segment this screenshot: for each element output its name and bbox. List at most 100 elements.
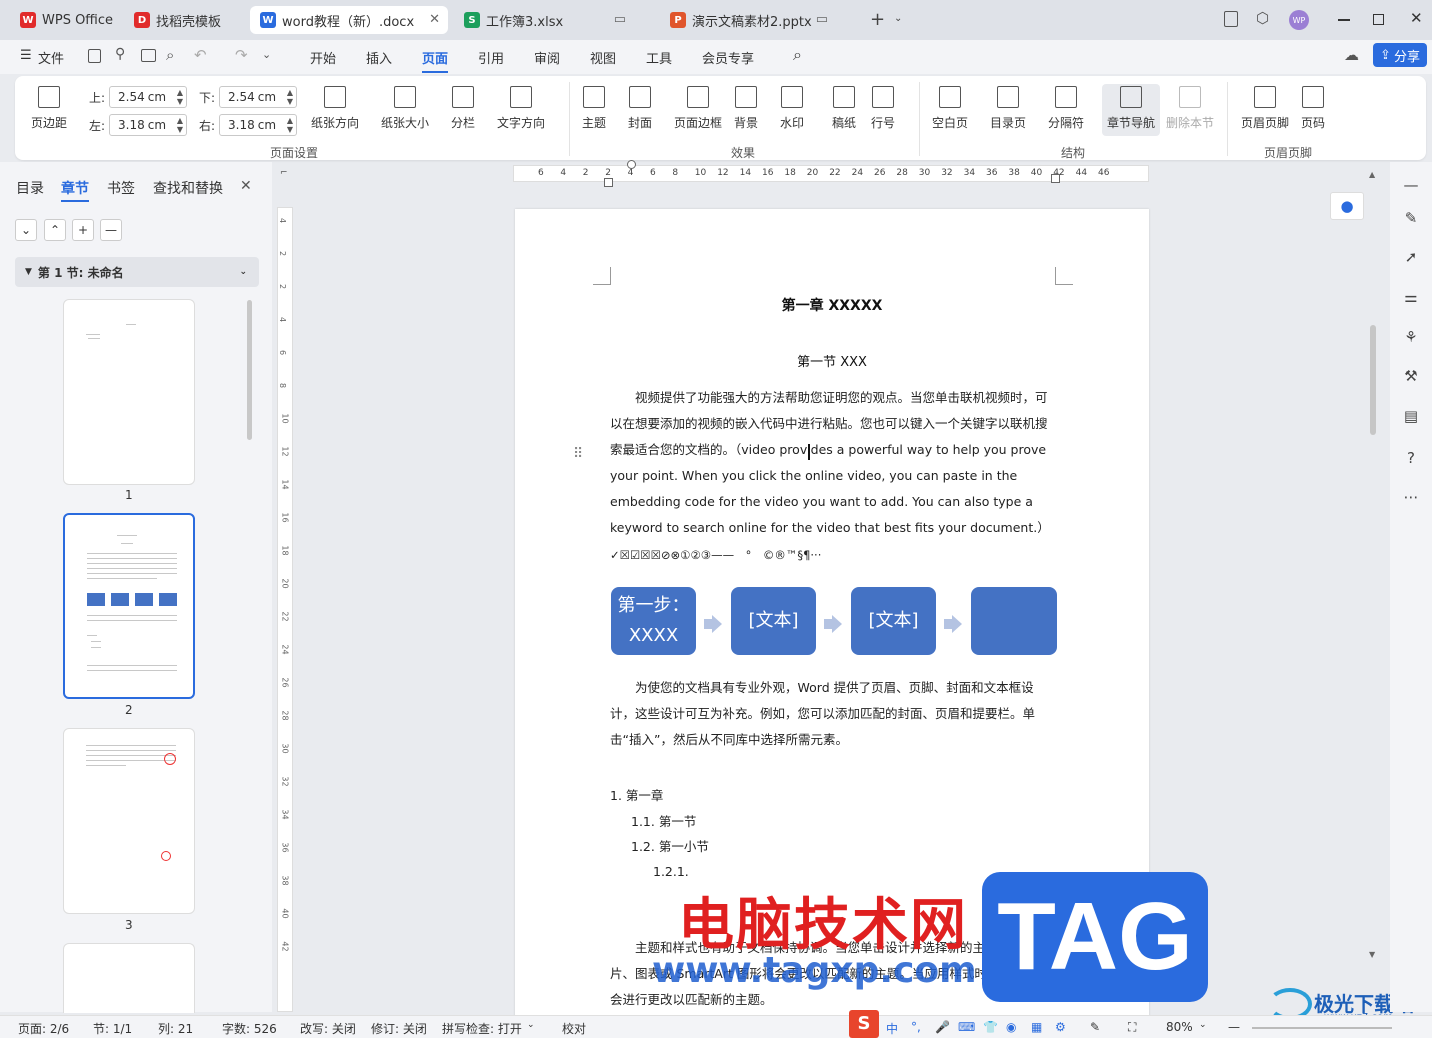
monitor-icon[interactable]: ▭ (614, 12, 626, 27)
manuscript-button[interactable]: 稿纸 (832, 86, 856, 131)
vertical-ruler[interactable]: 4 2 2 4 6 8 10 12 14 16 18 20 22 24 26 28 30 32 34 36 38 40 42 (277, 207, 293, 1012)
tab-excel[interactable]: S 工作簿3.xlsx ▭ (454, 6, 654, 34)
location-pin-icon[interactable]: ● (1330, 192, 1364, 220)
doc-scroll-down-icon[interactable]: ▼ (1369, 950, 1375, 959)
share-button[interactable]: ⇪ 分享 (1373, 43, 1427, 67)
tab-ppt[interactable]: P 演示文稿素材2.pptx ▭ (660, 6, 856, 34)
drag-handle-icon[interactable]: ⠿ (573, 446, 583, 462)
tools-icon[interactable]: ⚒ (1402, 367, 1420, 385)
columns-button[interactable]: 分栏 (451, 86, 475, 131)
status-spellcheck[interactable]: 拼写检查: 打开 (442, 1020, 522, 1037)
search-icon[interactable]: ⌕ (793, 45, 802, 65)
ime-logo-icon[interactable]: S (849, 1010, 879, 1038)
panel-tab-chapter[interactable]: 章节 (61, 178, 89, 198)
orientation-button[interactable]: 纸张方向 (311, 86, 359, 131)
flow-step-3[interactable]: [文本] (851, 587, 936, 655)
separator-button[interactable]: 分隔符 (1048, 86, 1084, 131)
text-direction-button[interactable]: 文字方向 (497, 86, 545, 131)
ruler-toggle-icon[interactable]: ⌐ (280, 168, 288, 178)
select-cursor-icon[interactable]: ➚ (1402, 248, 1420, 266)
keyboard-icon[interactable]: ⌨ (958, 1020, 975, 1034)
toc-page-button[interactable]: 目录页 (990, 86, 1026, 131)
chevron-down-icon[interactable]: ⌄ (527, 1020, 535, 1030)
menu-tools[interactable]: 工具 (646, 48, 672, 67)
page-number-button[interactable]: 页码 (1301, 86, 1325, 131)
chevron-down-icon[interactable]: ⌄ (262, 48, 271, 61)
minimize-icon[interactable] (1338, 19, 1350, 21)
pen-mode-icon[interactable]: ✎ (1090, 1020, 1100, 1034)
spinner-icon[interactable]: ▲ ▼ (287, 116, 293, 134)
remove-section-icon[interactable]: — (100, 219, 122, 241)
status-proofread[interactable]: 校对 (562, 1020, 586, 1037)
maximize-icon[interactable] (1373, 14, 1384, 25)
status-section[interactable]: 节: 1/1 (93, 1020, 132, 1037)
cloud-sync-icon[interactable]: ☁ (1344, 46, 1359, 64)
margin-top-input[interactable]: 2.54 cm ▲ ▼ (109, 86, 188, 108)
menu-file[interactable]: 文件 (38, 48, 64, 67)
reader-icon[interactable]: ▤ (1402, 407, 1420, 425)
redo-icon[interactable]: ↷ (235, 46, 248, 64)
sliders-icon[interactable]: ⚌ (1402, 288, 1420, 306)
chevron-down-icon[interactable]: ⌄ (894, 13, 902, 24)
print-preview-icon[interactable]: ⌕ (166, 46, 174, 64)
close-window-icon[interactable]: ✕ (1410, 9, 1423, 27)
add-section-icon[interactable]: + (72, 219, 94, 241)
header-footer-button[interactable]: 页眉页脚 (1241, 86, 1289, 131)
hamburger-icon[interactable]: ☰ (20, 48, 32, 63)
status-track-changes[interactable]: 修订: 关闭 (371, 1020, 427, 1037)
paper-size-button[interactable]: 纸张大小 (381, 86, 429, 131)
status-overwrite[interactable]: 改写: 关闭 (300, 1020, 356, 1037)
panel-tab-bookmark[interactable]: 书签 (107, 178, 135, 198)
margin-button[interactable]: 页边距 (31, 86, 67, 131)
cube-icon[interactable]: ⬡ (1256, 9, 1269, 27)
margin-left-input[interactable]: 3.18 cm ▲ ▼ (109, 114, 188, 136)
page-border-button[interactable]: 页面边框 (674, 86, 722, 131)
gamepad-icon[interactable]: ◉ (1006, 1020, 1016, 1034)
tab-word-doc[interactable]: W word教程（新）.docx ✕ (250, 6, 448, 34)
status-column[interactable]: 列: 21 (158, 1020, 193, 1037)
background-button[interactable]: 背景 (734, 86, 758, 131)
pen-icon[interactable]: ✎ (1402, 209, 1420, 227)
save-icon[interactable] (88, 49, 101, 63)
menu-member[interactable]: 会员专享 (702, 48, 754, 67)
watermark-button[interactable]: 水印 (780, 86, 804, 131)
theme-button[interactable]: 主题 (582, 86, 606, 131)
microphone-icon[interactable]: 🎤 (935, 1020, 950, 1034)
status-page[interactable]: 页面: 2/6 (18, 1020, 69, 1037)
print-icon[interactable] (141, 49, 156, 62)
skin-icon[interactable]: 👕 (983, 1020, 998, 1034)
panel-scrollbar[interactable] (247, 300, 252, 440)
close-icon[interactable]: ✕ (429, 12, 440, 27)
menu-view[interactable]: 视图 (590, 48, 616, 67)
status-wordcount[interactable]: 字数: 526 (222, 1020, 277, 1037)
flow-step-2[interactable]: [文本] (731, 587, 816, 655)
flow-step-1[interactable]: 第一步：XXXX (611, 587, 696, 655)
delete-section-button[interactable]: 删除本节 (1166, 86, 1214, 131)
indent-marker[interactable] (1051, 174, 1060, 183)
section-row[interactable]: ▼ 第 1 节: 未命名 ⌄ (15, 257, 259, 287)
help-icon[interactable]: ? (1402, 449, 1420, 467)
minimize-panel-icon[interactable]: — (1402, 176, 1420, 194)
page-thumbnail-1[interactable] (63, 299, 195, 485)
cover-button[interactable]: 封面 (628, 86, 652, 131)
page-thumbnail-3[interactable] (63, 728, 195, 914)
ai-assistant-icon[interactable]: ⚘ (1402, 328, 1420, 346)
panel-tab-find-replace[interactable]: 查找和替换 (153, 178, 223, 198)
margin-bottom-input[interactable]: 2.54 cm ▲ ▼ (219, 86, 298, 108)
undo-icon[interactable]: ↶ (194, 46, 207, 64)
margin-right-input[interactable]: 3.18 cm ▲ ▼ (219, 114, 298, 136)
close-icon[interactable]: ✕ (240, 178, 252, 194)
tab-template[interactable]: D 找稻壳模板 (124, 6, 244, 34)
zoom-out-icon[interactable]: — (1228, 1020, 1240, 1034)
punctuation-icon[interactable]: °, (911, 1020, 921, 1034)
link-icon[interactable]: ⚲ (115, 46, 125, 62)
layout-icon[interactable] (1224, 11, 1238, 27)
zoom-slider[interactable] (1252, 1027, 1392, 1029)
spinner-icon[interactable]: ▲ ▼ (287, 88, 293, 106)
line-number-button[interactable]: 行号 (871, 86, 895, 131)
avatar[interactable]: WP (1289, 10, 1309, 30)
blank-page-button[interactable]: 空白页 (932, 86, 968, 131)
flow-step-4[interactable] (971, 587, 1057, 655)
chevron-down-icon[interactable]: ⌄ (1199, 1020, 1207, 1030)
indent-marker[interactable] (627, 160, 636, 169)
